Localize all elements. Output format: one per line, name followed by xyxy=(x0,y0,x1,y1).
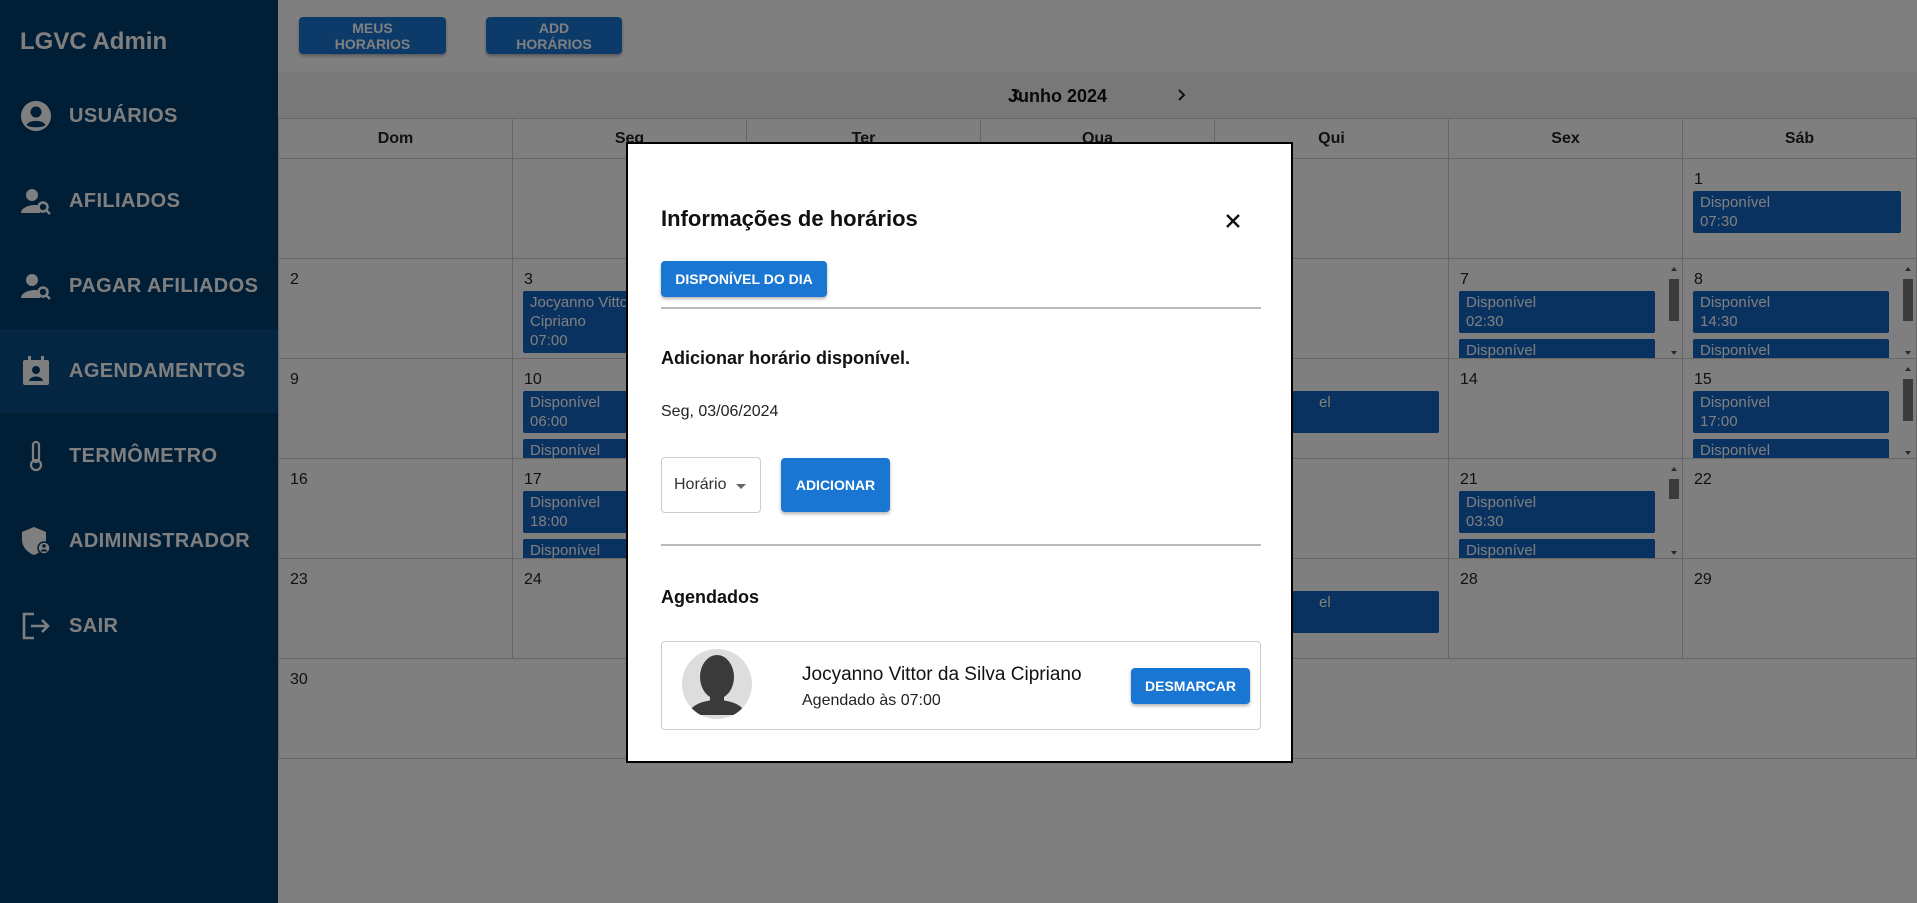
booking-name: Jocyanno Vittor da Silva Cipriano xyxy=(802,664,1082,685)
horario-select[interactable]: Horário xyxy=(661,457,761,513)
disponivel-do-dia-button[interactable]: DISPONÍVEL DO DIA xyxy=(661,261,827,297)
app-root: LGVC Admin USUÁRIOS AFILIADOS PAGAR AFIL… xyxy=(0,0,1917,903)
schedule-info-modal: Informações de horários DISPONÍVEL DO DI… xyxy=(626,142,1293,763)
chevron-down-icon xyxy=(736,484,746,489)
add-slot-heading: Adicionar horário disponível. xyxy=(661,348,911,368)
close-icon[interactable] xyxy=(1220,208,1246,234)
booking-time: Agendado às 07:00 xyxy=(802,692,941,709)
selected-date: Seg, 03/06/2024 xyxy=(661,403,779,420)
avatar xyxy=(682,649,752,719)
desmarcar-button[interactable]: DESMARCAR xyxy=(1131,668,1250,704)
divider xyxy=(661,544,1261,546)
adicionar-button[interactable]: ADICIONAR xyxy=(781,458,890,512)
scheduled-heading: Agendados xyxy=(661,587,760,607)
divider xyxy=(661,307,1261,309)
modal-title: Informações de horários xyxy=(661,206,918,231)
booking-card: Jocyanno Vittor da Silva Cipriano Agenda… xyxy=(661,641,1261,730)
horario-select-label: Horário xyxy=(674,476,727,493)
